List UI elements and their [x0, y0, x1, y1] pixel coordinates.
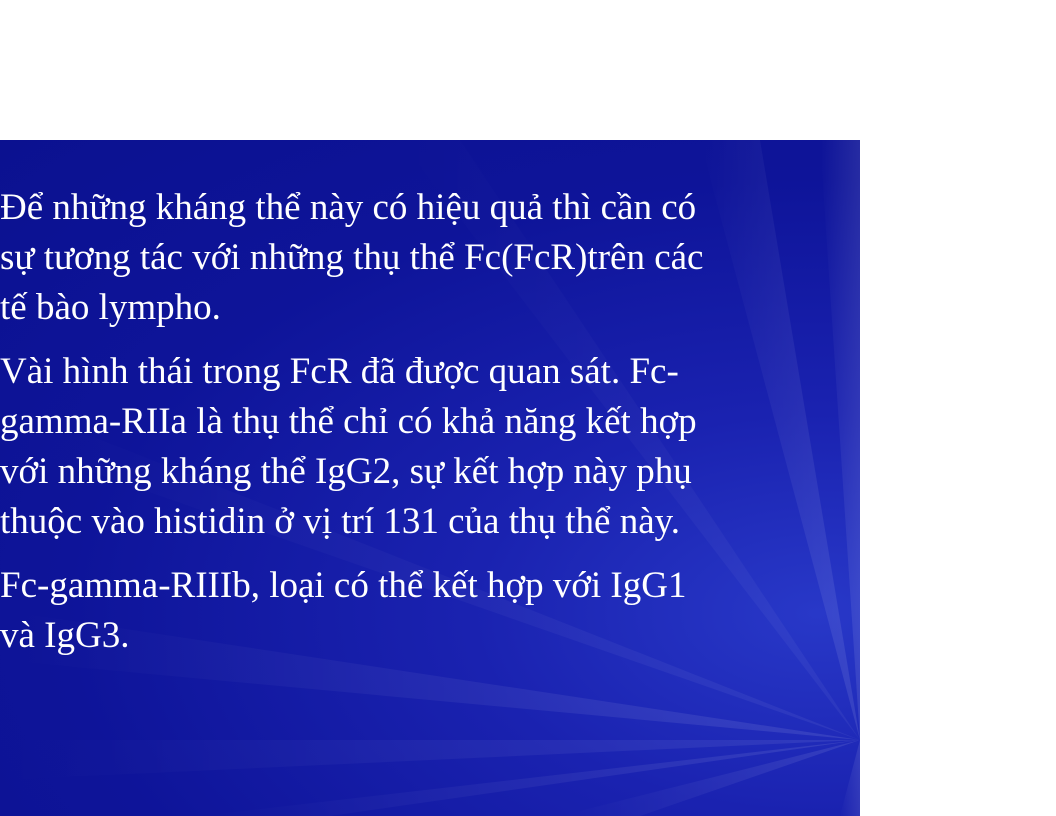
- paragraph-2-line-3: với những kháng thể IgG2, sự kết hợp này…: [0, 451, 692, 492]
- slide-content: Để những kháng thể này có hiệu quả thì c…: [0, 140, 860, 816]
- paragraph-2: Vài hình thái trong FcR đã được quan sát…: [0, 347, 697, 547]
- paragraph-2-line-2: gamma-RIIa là thụ thể chỉ có khả năng kế…: [0, 401, 697, 442]
- paragraph-1-line-1: Để những kháng thể này có hiệu quả thì c…: [0, 187, 697, 228]
- paragraph-2-line-4: thuộc vào histidin ở vị trí 131 của thụ …: [0, 501, 680, 542]
- paragraph-3: Fc-gamma-RIIIb, loại có thể kết hợp với …: [0, 561, 686, 661]
- paragraph-1: Để những kháng thể này có hiệu quả thì c…: [0, 183, 703, 333]
- slide: Để những kháng thể này có hiệu quả thì c…: [0, 140, 860, 816]
- paragraph-3-line-2: và IgG3.: [0, 615, 130, 656]
- paragraph-1-line-2: sự tương tác với những thụ thể Fc(FcR)tr…: [0, 237, 704, 278]
- paragraph-3-line-1: Fc-gamma-RIIIb, loại có thể kết hợp với …: [0, 565, 687, 606]
- paragraph-1-line-3: tế bào lympho.: [0, 287, 221, 328]
- paragraph-2-line-1: Vài hình thái trong FcR đã được quan sát…: [0, 351, 679, 392]
